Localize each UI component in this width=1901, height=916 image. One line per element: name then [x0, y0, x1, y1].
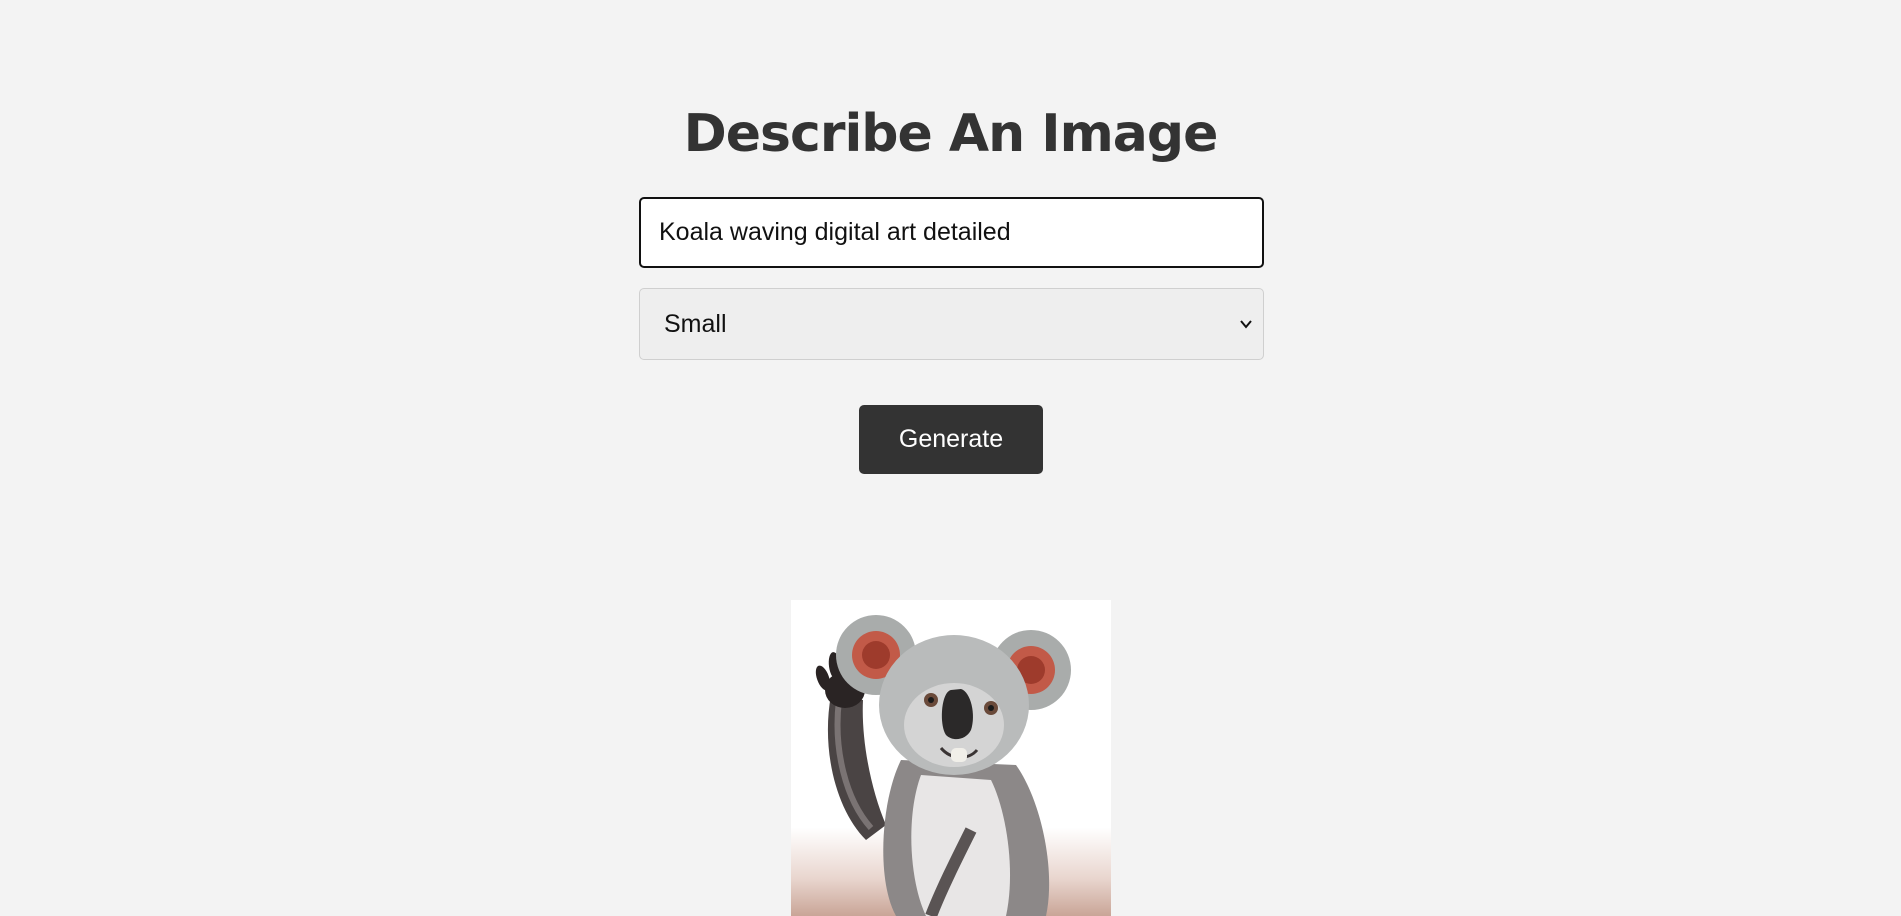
koala-image: [815, 615, 1071, 916]
size-select-value: Small: [664, 309, 727, 338]
size-select[interactable]: Small: [639, 288, 1264, 360]
page-title: Describe An Image: [683, 104, 1219, 164]
page: Describe An Image Small Generate: [0, 0, 1901, 916]
generated-image: [791, 600, 1111, 916]
generate-button[interactable]: Generate: [859, 405, 1043, 474]
chevron-down-icon: [1240, 320, 1252, 329]
prompt-input[interactable]: [639, 197, 1264, 268]
